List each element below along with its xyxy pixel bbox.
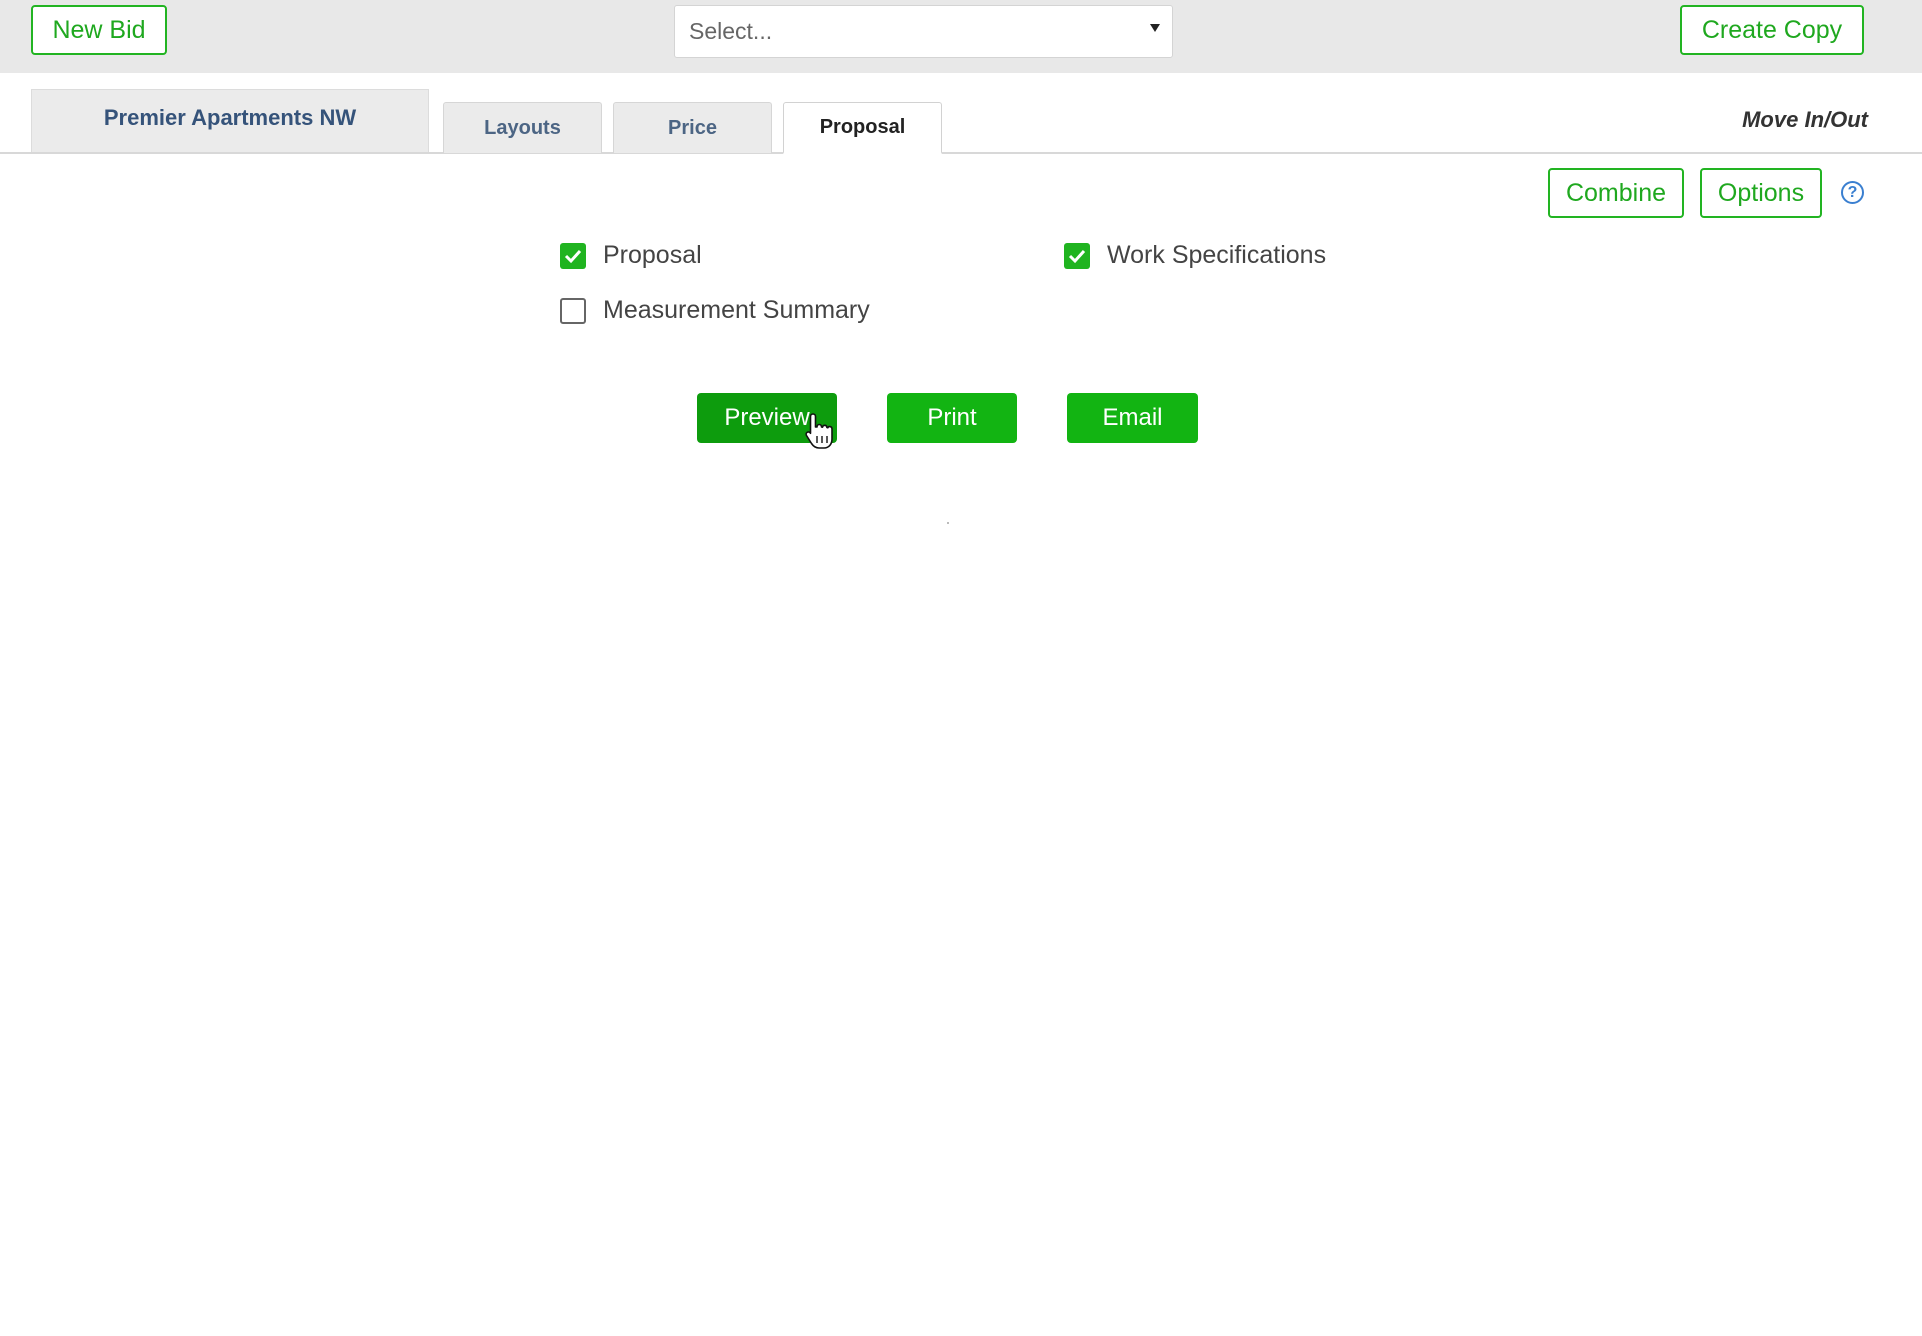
loading-dot: [947, 522, 949, 524]
tab-proposal[interactable]: Proposal: [783, 102, 942, 154]
tab-divider: [0, 152, 1922, 154]
new-bid-button[interactable]: New Bid: [31, 5, 167, 55]
move-in-out-link[interactable]: Move In/Out: [1742, 107, 1868, 133]
options-button[interactable]: Options: [1700, 168, 1822, 218]
tab-layouts[interactable]: Layouts: [443, 102, 602, 153]
checkbox-unchecked-icon: [560, 297, 586, 324]
checkbox-label: Measurement Summary: [603, 296, 870, 324]
checkbox-checked-icon: [560, 242, 586, 269]
proposal-checkbox[interactable]: Proposal: [560, 241, 702, 270]
checkbox-checked-icon: [1064, 242, 1090, 269]
top-toolbar: New Bid Select... Create Copy: [0, 0, 1922, 73]
print-button[interactable]: Print: [887, 393, 1017, 443]
checkbox-label: Proposal: [603, 241, 702, 269]
email-button[interactable]: Email: [1067, 393, 1198, 443]
dropdown-arrow-icon: [1150, 24, 1160, 32]
measurement-summary-checkbox[interactable]: Measurement Summary: [560, 296, 870, 325]
work-specifications-checkbox[interactable]: Work Specifications: [1064, 241, 1326, 270]
help-icon[interactable]: ?: [1841, 181, 1864, 204]
tab-price[interactable]: Price: [613, 102, 772, 153]
combine-button[interactable]: Combine: [1548, 168, 1684, 218]
project-name-tab[interactable]: Premier Apartments NW: [31, 89, 429, 152]
select-placeholder: Select...: [689, 18, 773, 44]
checkbox-label: Work Specifications: [1107, 241, 1327, 269]
bid-select-dropdown[interactable]: Select...: [674, 5, 1173, 58]
create-copy-button[interactable]: Create Copy: [1680, 5, 1864, 55]
hand-cursor-icon: [805, 413, 833, 449]
